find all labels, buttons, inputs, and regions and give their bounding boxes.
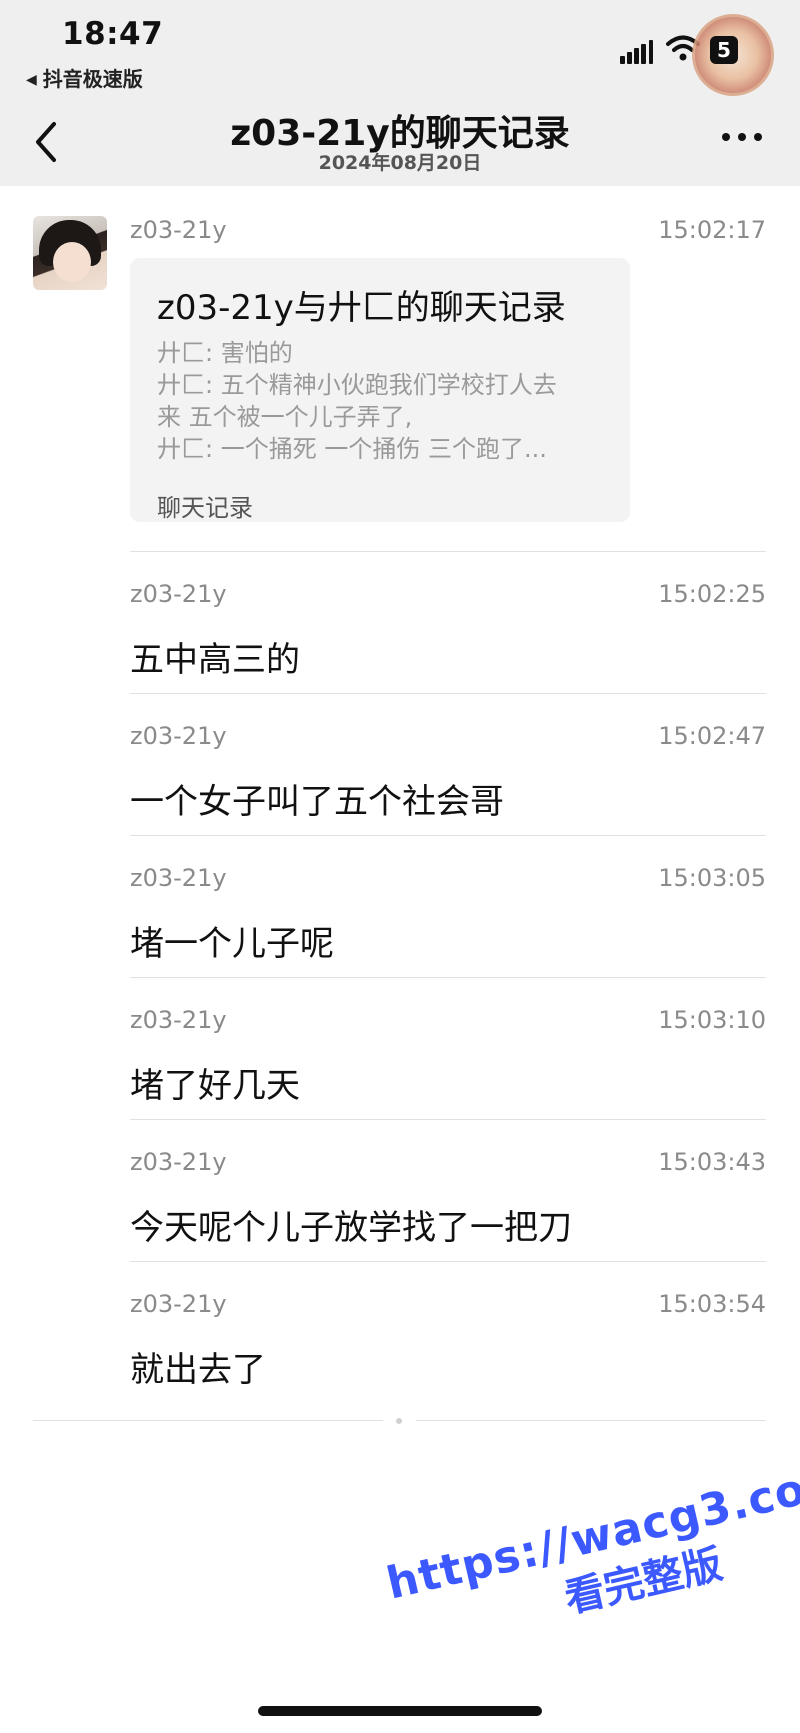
forwarded-chat-card[interactable]: z03-21y与廾匚的聊天记录 廾匚: 害怕的 廾匚: 五个精神小伙跑我们学校打… xyxy=(130,258,630,522)
watermark: https://wacg3.com 看完整版 xyxy=(382,1453,800,1663)
status-time: 18:47 xyxy=(62,16,164,52)
card-footer: 聊天记录 xyxy=(157,494,253,522)
battery-icon: 5 xyxy=(710,36,738,64)
page-date: 2024年08月20日 xyxy=(318,152,482,174)
divider xyxy=(130,693,766,694)
divider xyxy=(130,1119,766,1120)
message-time: 15:03:10 xyxy=(658,1006,766,1034)
message-time: 15:02:25 xyxy=(658,580,766,608)
message-time: 15:03:05 xyxy=(658,864,766,892)
message-text: 堵了好几天 xyxy=(130,1066,300,1106)
back-to-app-link[interactable]: ◀ 抖音极速版 xyxy=(26,63,143,92)
divider xyxy=(130,835,766,836)
message-text: 一个女子叫了五个社会哥 xyxy=(130,782,504,822)
message-time: 15:02:17 xyxy=(658,216,766,244)
message-time: 15:03:43 xyxy=(658,1148,766,1176)
divider xyxy=(130,1261,766,1262)
message-text: 今天呢个儿子放学找了一把刀 xyxy=(130,1208,572,1248)
card-title: z03-21y与廾匚的聊天记录 xyxy=(157,288,566,328)
divider xyxy=(130,551,766,552)
card-line: 来 五个被一个儿子弄了, xyxy=(157,403,413,431)
back-triangle-icon: ◀ xyxy=(26,72,37,88)
card-line: 廾匚: 害怕的 xyxy=(157,339,293,367)
card-line: 廾匚: 五个精神小伙跑我们学校打人去 xyxy=(157,371,557,399)
back-app-label: 抖音极速版 xyxy=(42,67,143,91)
signal-icon xyxy=(620,40,654,64)
more-options-icon[interactable] xyxy=(720,128,764,144)
sender-name: z03-21y xyxy=(130,1006,227,1034)
sender-name: z03-21y xyxy=(130,1148,227,1176)
end-divider-dot xyxy=(396,1418,402,1424)
message-text: 堵一个儿子呢 xyxy=(130,924,334,964)
message-text: 就出去了 xyxy=(130,1350,266,1390)
home-indicator[interactable] xyxy=(258,1706,542,1716)
end-divider-right xyxy=(416,1420,766,1421)
sender-name: z03-21y xyxy=(130,864,227,892)
sender-name: z03-21y xyxy=(130,580,227,608)
sender-name: z03-21y xyxy=(130,216,227,244)
top-bar: 18:47 ◀ 抖音极速版 5 z03-21y的聊天记录 2024年08月20日 xyxy=(0,0,800,186)
end-divider-left xyxy=(33,1420,383,1421)
sender-name: z03-21y xyxy=(130,1290,227,1318)
sender-avatar[interactable] xyxy=(33,216,107,290)
message-time: 15:03:54 xyxy=(658,1290,766,1318)
divider xyxy=(130,977,766,978)
sender-name: z03-21y xyxy=(130,722,227,750)
message-text: 五中高三的 xyxy=(130,640,300,680)
message-time: 15:02:47 xyxy=(658,722,766,750)
card-line: 廾匚: 一个捅死 一个捅伤 三个跑了... xyxy=(157,435,547,463)
